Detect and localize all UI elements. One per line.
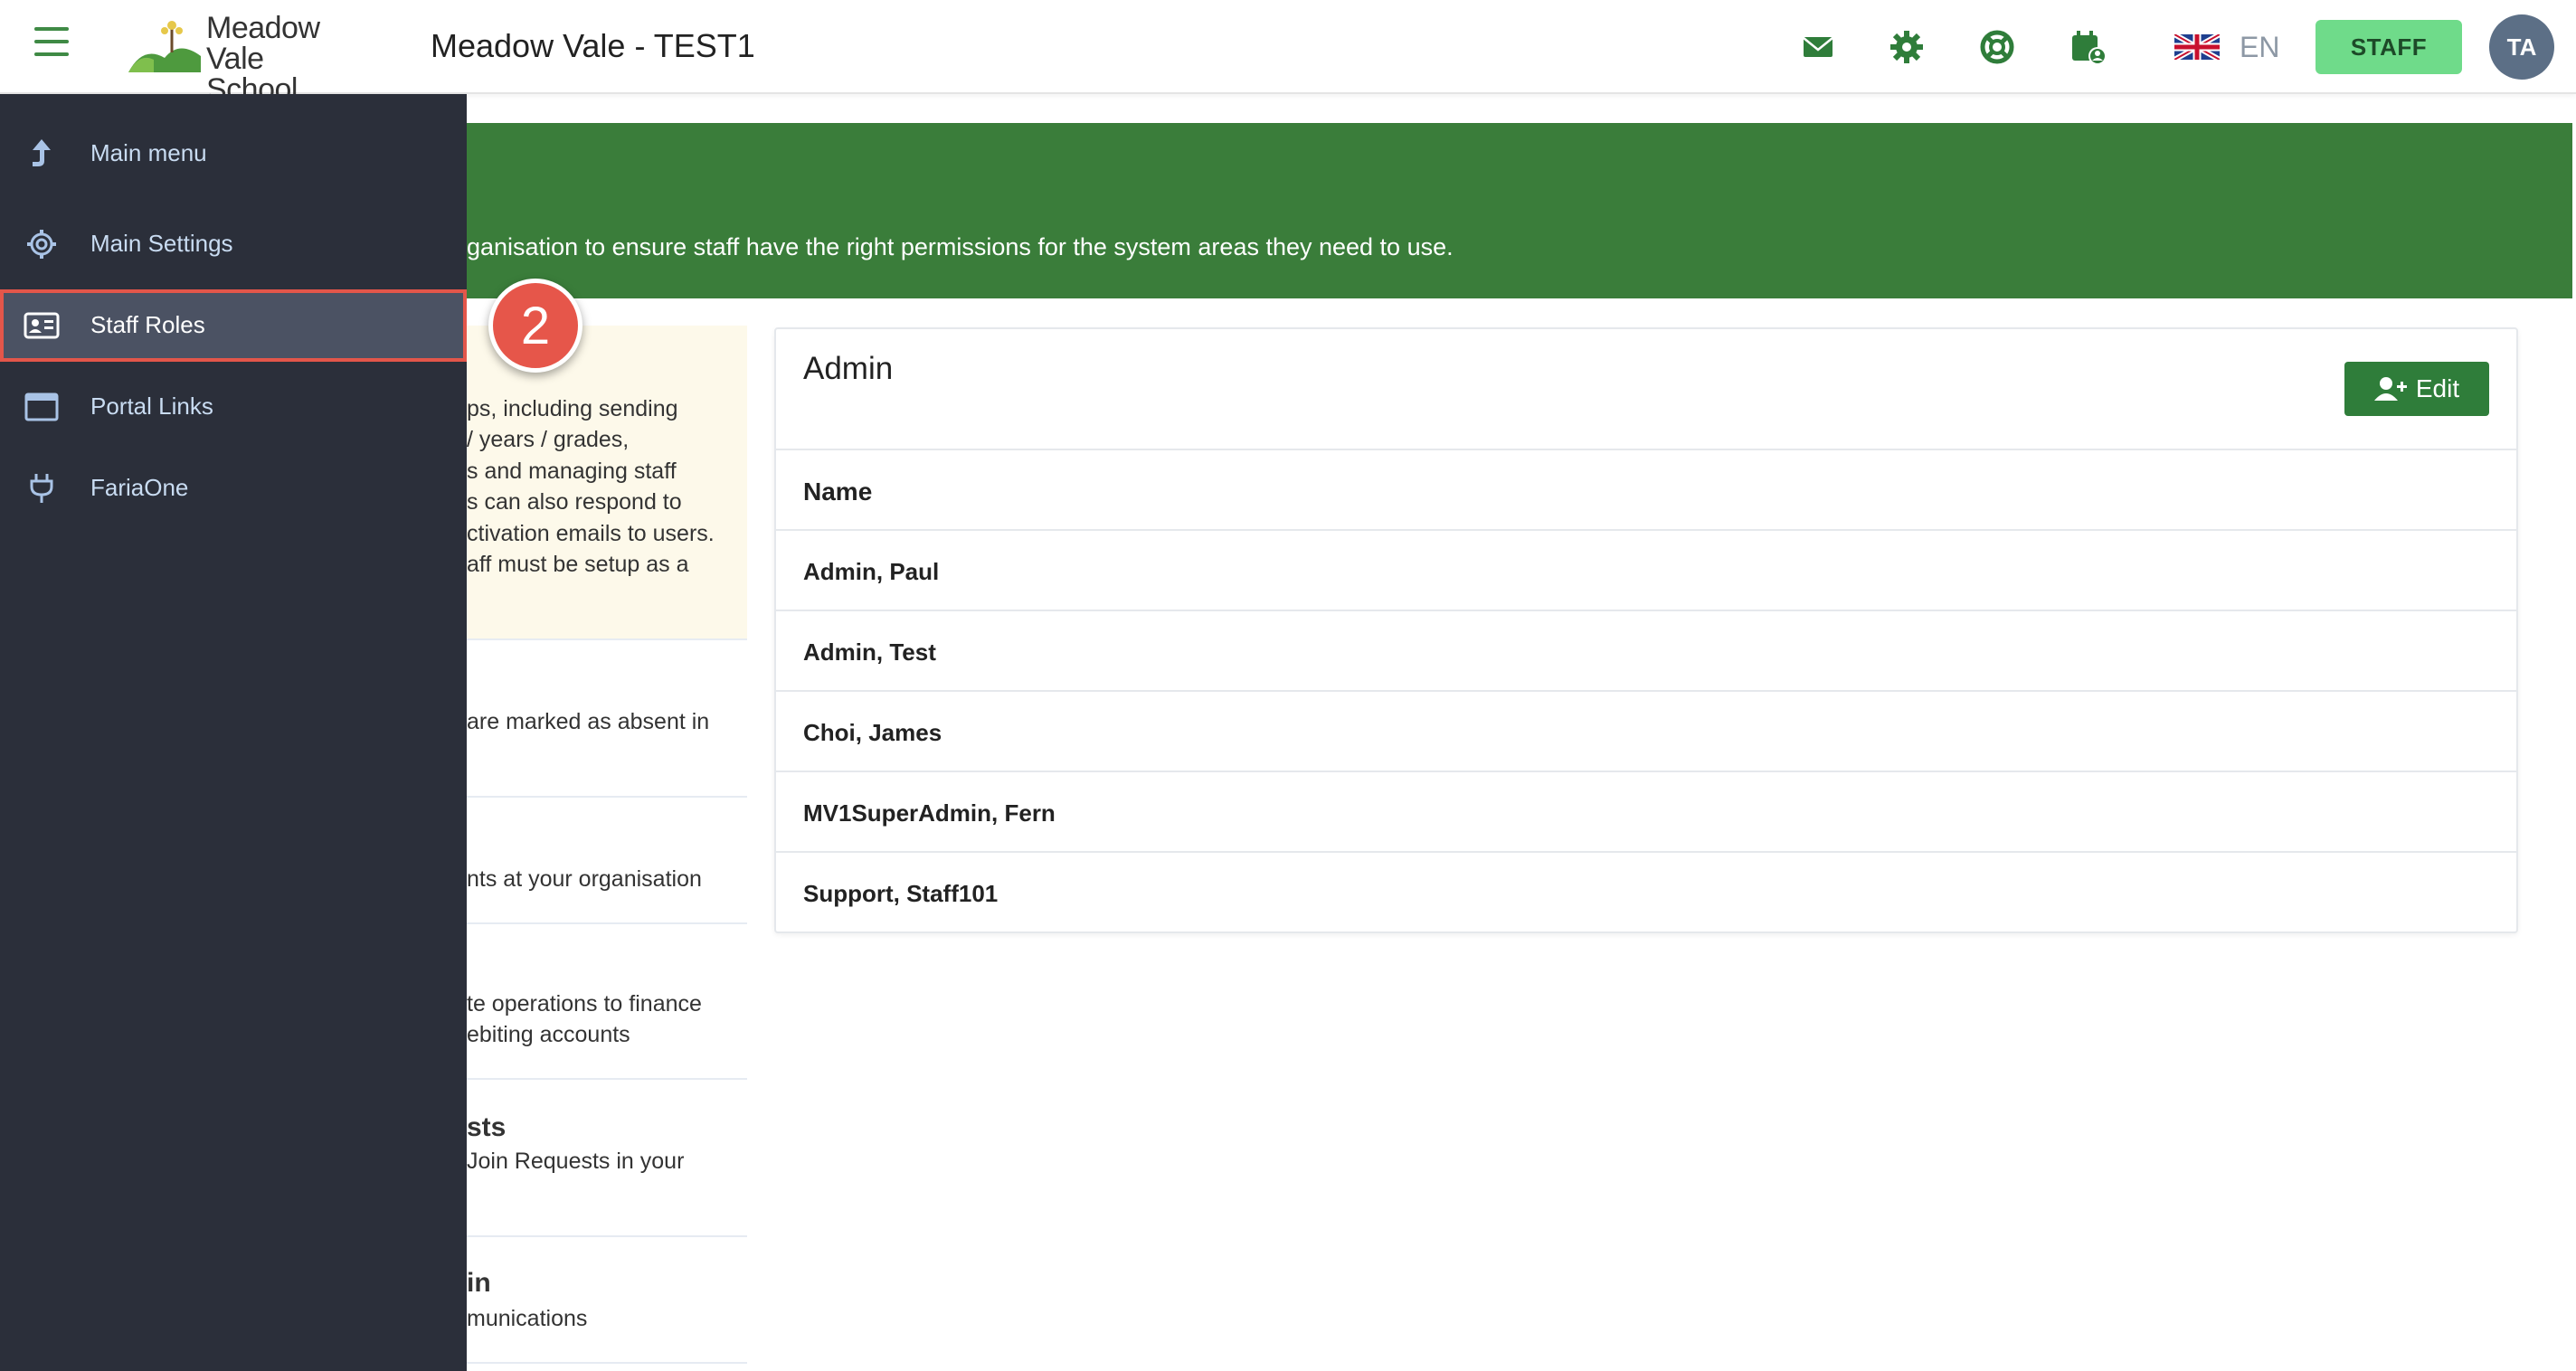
role-members-panel: Admin Edit Name Admin, Paul Admin, Test … [774, 327, 2518, 933]
role-list: ps, including sending / years / grades, … [467, 326, 747, 1371]
app-title: Meadow Vale - TEST1 [431, 27, 755, 64]
gear-icon[interactable] [1887, 27, 1927, 67]
arrow-up-icon [33, 139, 51, 166]
logo-hills-icon [128, 21, 201, 72]
settings-sidebar: Main menu Main Settings Staff Roles Port… [0, 94, 467, 1371]
member-name: Admin, Paul [803, 558, 940, 585]
page-banner [467, 123, 2572, 298]
member-name: Admin, Test [803, 638, 936, 666]
sidebar-item-main-menu[interactable]: Main menu [0, 118, 467, 190]
top-bar: Meadow Vale School Meadow Vale - TEST1 E… [0, 0, 2576, 105]
member-name: Support, Staff101 [803, 880, 999, 907]
sidebar-item-label: Portal Links [90, 392, 213, 420]
school-logo[interactable]: Meadow Vale School [127, 11, 362, 105]
sidebar-item-label: FariaOne [90, 474, 189, 501]
envelope-icon[interactable] [1798, 27, 1838, 67]
table-header: Name [776, 449, 2516, 529]
role-desc-line[interactable]: are marked as absent in [467, 709, 709, 735]
role-title[interactable]: sts [467, 1112, 506, 1143]
divider [467, 1235, 747, 1237]
role-desc-line[interactable]: ebiting accounts [467, 1022, 630, 1048]
role-card-selected[interactable]: ps, including sending / years / grades, … [467, 326, 747, 640]
divider [467, 796, 747, 798]
table-row[interactable]: Choi, James [776, 690, 2516, 771]
column-header-name: Name [803, 477, 873, 506]
role-desc-line[interactable]: munications [467, 1306, 587, 1332]
table-row[interactable]: Admin, Paul [776, 529, 2516, 610]
lifebuoy-icon[interactable] [1977, 27, 2017, 67]
id-card-icon [24, 312, 60, 339]
plug-icon [30, 474, 53, 503]
edit-button-label: Edit [2415, 374, 2460, 402]
sidebar-item-fariaone[interactable]: FariaOne [0, 452, 467, 525]
settings-cog-icon [27, 230, 56, 259]
banner-description: ganisation to ensure staff have the righ… [467, 233, 1454, 260]
divider [467, 1362, 747, 1364]
sidebar-item-label: Staff Roles [90, 311, 205, 338]
avatar[interactable]: TA [2489, 14, 2554, 80]
table-row[interactable]: Admin, Test [776, 610, 2516, 690]
role-desc-line: s and managing staff [467, 459, 677, 484]
role-desc-line: ctivation emails to users. [467, 521, 715, 546]
role-desc-line: / years / grades, [467, 427, 630, 452]
edit-button[interactable]: Edit [2344, 362, 2489, 416]
staff-role-button[interactable]: STAFF [2316, 20, 2462, 74]
member-name: MV1SuperAdmin, Fern [803, 799, 1056, 827]
browser-window-icon [24, 392, 59, 421]
role-desc-line[interactable]: nts at your organisation [467, 866, 702, 893]
language-selector[interactable]: EN [2240, 31, 2279, 64]
role-desc-line: ps, including sending [467, 396, 678, 421]
sidebar-item-portal-links[interactable]: Portal Links [0, 371, 467, 443]
hamburger-menu-icon[interactable] [34, 27, 69, 58]
add-user-icon [2373, 377, 2407, 401]
role-desc-line: aff must be setup as a [467, 552, 689, 577]
uk-flag-icon[interactable] [2174, 34, 2220, 60]
panel-title: Admin [803, 351, 894, 386]
divider [467, 922, 747, 924]
sidebar-item-main-settings[interactable]: Main Settings [0, 208, 467, 280]
calendar-user-icon[interactable] [2068, 27, 2107, 67]
member-name: Choi, James [803, 719, 942, 746]
logo-line-1: Meadow [206, 11, 320, 45]
sidebar-item-staff-roles[interactable]: Staff Roles [0, 289, 467, 362]
step-number-badge: 2 [488, 279, 582, 373]
table-row[interactable]: MV1SuperAdmin, Fern [776, 771, 2516, 851]
sidebar-item-label: Main Settings [90, 230, 233, 257]
sidebar-item-label: Main menu [90, 139, 207, 166]
role-desc-line[interactable]: te operations to finance [467, 991, 702, 1017]
divider [467, 1078, 747, 1080]
role-desc-line[interactable]: Join Requests in your [467, 1149, 684, 1175]
role-title[interactable]: in [467, 1268, 491, 1299]
role-desc-line: s can also respond to [467, 489, 682, 515]
table-row[interactable]: Support, Staff101 [776, 851, 2516, 931]
